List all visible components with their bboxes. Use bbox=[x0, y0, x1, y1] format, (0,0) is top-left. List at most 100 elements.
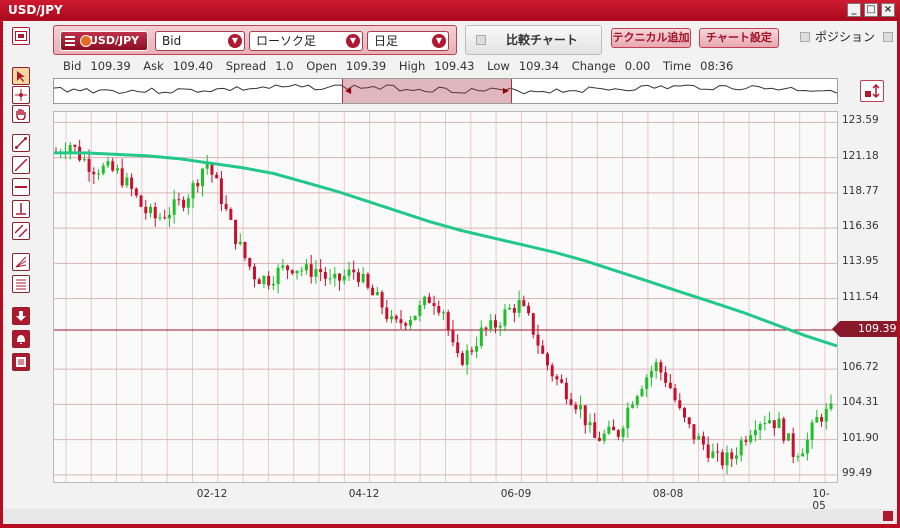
candle-body bbox=[413, 315, 417, 320]
candle-body bbox=[271, 283, 275, 286]
line-icon[interactable] bbox=[12, 156, 30, 174]
period-select[interactable]: 日足 ▼ bbox=[367, 31, 449, 51]
compare-chart-button[interactable]: 比較チャート bbox=[465, 25, 602, 55]
alert-icon[interactable] bbox=[12, 330, 30, 348]
candle-body bbox=[829, 403, 833, 409]
open-label: Open bbox=[306, 59, 337, 73]
candle-body bbox=[782, 418, 786, 441]
candle-body bbox=[182, 199, 186, 208]
compare-checkbox[interactable] bbox=[476, 35, 486, 45]
extra-checkbox[interactable] bbox=[883, 32, 893, 42]
trendline-icon[interactable] bbox=[12, 134, 30, 152]
candle-body bbox=[342, 275, 346, 281]
candle-body bbox=[347, 269, 351, 276]
position-checkbox[interactable] bbox=[800, 32, 810, 42]
spread-value: 1.0 bbox=[275, 59, 294, 73]
candle-body bbox=[786, 433, 790, 441]
x-tick-label: 02-12 bbox=[196, 488, 228, 500]
candle-body bbox=[588, 422, 592, 426]
candle-body bbox=[115, 168, 119, 171]
text-icon[interactable] bbox=[12, 275, 30, 293]
layout-icon[interactable] bbox=[12, 27, 30, 45]
candle-body bbox=[720, 452, 724, 466]
horizontal-line-icon[interactable] bbox=[12, 178, 30, 196]
fibonacci-icon[interactable] bbox=[12, 253, 30, 271]
position-label: ポジション bbox=[815, 30, 876, 44]
channel-icon[interactable] bbox=[12, 222, 30, 240]
candle-body bbox=[489, 320, 493, 329]
y-tick-label: 111.54 bbox=[842, 290, 879, 303]
candle-body bbox=[205, 163, 209, 169]
vertical-line-icon[interactable] bbox=[12, 200, 30, 218]
chart-type-value: ローソク足 bbox=[256, 34, 317, 48]
candle-body bbox=[616, 430, 620, 437]
navigator-window[interactable]: ◀ ▶ bbox=[342, 79, 512, 103]
change-value: 0.00 bbox=[624, 59, 651, 73]
price-type-value: Bid bbox=[162, 34, 182, 48]
zoom-toggle-button[interactable] bbox=[860, 80, 884, 102]
candle-body bbox=[664, 372, 668, 383]
candle-body bbox=[678, 400, 682, 408]
candle-body bbox=[673, 388, 677, 401]
candle-body bbox=[163, 217, 167, 219]
candle-body bbox=[479, 327, 483, 347]
candle-body bbox=[219, 178, 223, 205]
price-type-select[interactable]: Bid ▼ bbox=[155, 31, 245, 51]
list-icon[interactable] bbox=[12, 353, 30, 371]
close-button[interactable]: × bbox=[881, 3, 895, 17]
candle-body bbox=[550, 365, 554, 377]
resize-grip-icon[interactable] bbox=[883, 511, 893, 521]
candle-body bbox=[758, 424, 762, 431]
maximize-button[interactable]: □ bbox=[864, 3, 878, 17]
minimize-button[interactable]: _ bbox=[847, 3, 861, 17]
candle-body bbox=[711, 451, 715, 458]
candle-body bbox=[257, 279, 261, 285]
range-navigator[interactable]: ◀ ▶ bbox=[53, 78, 838, 104]
candle-body bbox=[697, 436, 701, 440]
candle-body bbox=[87, 159, 91, 172]
chart-settings-button[interactable]: チャート設定 bbox=[699, 28, 779, 48]
candle-body bbox=[508, 307, 512, 310]
candle-body bbox=[536, 334, 540, 346]
candle-body bbox=[493, 320, 497, 328]
candle-body bbox=[484, 327, 488, 329]
navigator-left-handle[interactable]: ◀ bbox=[345, 86, 351, 95]
candle-body bbox=[390, 316, 394, 320]
navigator-right-handle[interactable]: ▶ bbox=[503, 86, 509, 95]
candle-body bbox=[356, 272, 360, 283]
window-title: USD/JPY bbox=[8, 3, 63, 17]
add-technical-button[interactable]: テクニカル追加 bbox=[611, 28, 691, 48]
price-chart[interactable] bbox=[53, 111, 838, 483]
candle-body bbox=[177, 199, 181, 201]
cursor-icon[interactable] bbox=[12, 67, 30, 85]
download-icon[interactable] bbox=[12, 307, 30, 325]
high-label: High bbox=[398, 59, 426, 73]
candle-body bbox=[753, 430, 757, 436]
candle-body bbox=[796, 456, 800, 458]
candle-body bbox=[612, 426, 616, 431]
low-label: Low bbox=[487, 59, 510, 73]
chart-canvas bbox=[54, 112, 837, 482]
candle-body bbox=[805, 439, 809, 454]
candle-body bbox=[432, 303, 436, 307]
candle-body bbox=[593, 422, 597, 438]
bid-value: 109.39 bbox=[90, 59, 131, 73]
candle-body bbox=[328, 278, 332, 280]
candle-body bbox=[437, 306, 441, 313]
symbol-button[interactable]: USD/JPY bbox=[60, 31, 148, 51]
chart-window: USD/JPY Bid ▼ ローソク足 ▼ 日足 ▼ 比較チャート テクニカル追… bbox=[3, 21, 897, 524]
candle-body bbox=[224, 204, 228, 209]
list-icon bbox=[65, 36, 75, 46]
hand-icon[interactable] bbox=[12, 105, 30, 123]
candle-body bbox=[139, 195, 143, 207]
candle-body bbox=[692, 424, 696, 440]
y-tick-label: 101.90 bbox=[842, 431, 879, 444]
candle-body bbox=[427, 296, 431, 304]
horizontal-scrollbar[interactable] bbox=[3, 509, 897, 524]
candle-body bbox=[352, 269, 356, 273]
candle-body bbox=[286, 265, 290, 271]
chart-type-select[interactable]: ローソク足 ▼ bbox=[249, 31, 363, 51]
candle-body bbox=[801, 453, 805, 457]
crosshair-icon[interactable] bbox=[12, 86, 30, 104]
candle-body bbox=[626, 407, 630, 429]
